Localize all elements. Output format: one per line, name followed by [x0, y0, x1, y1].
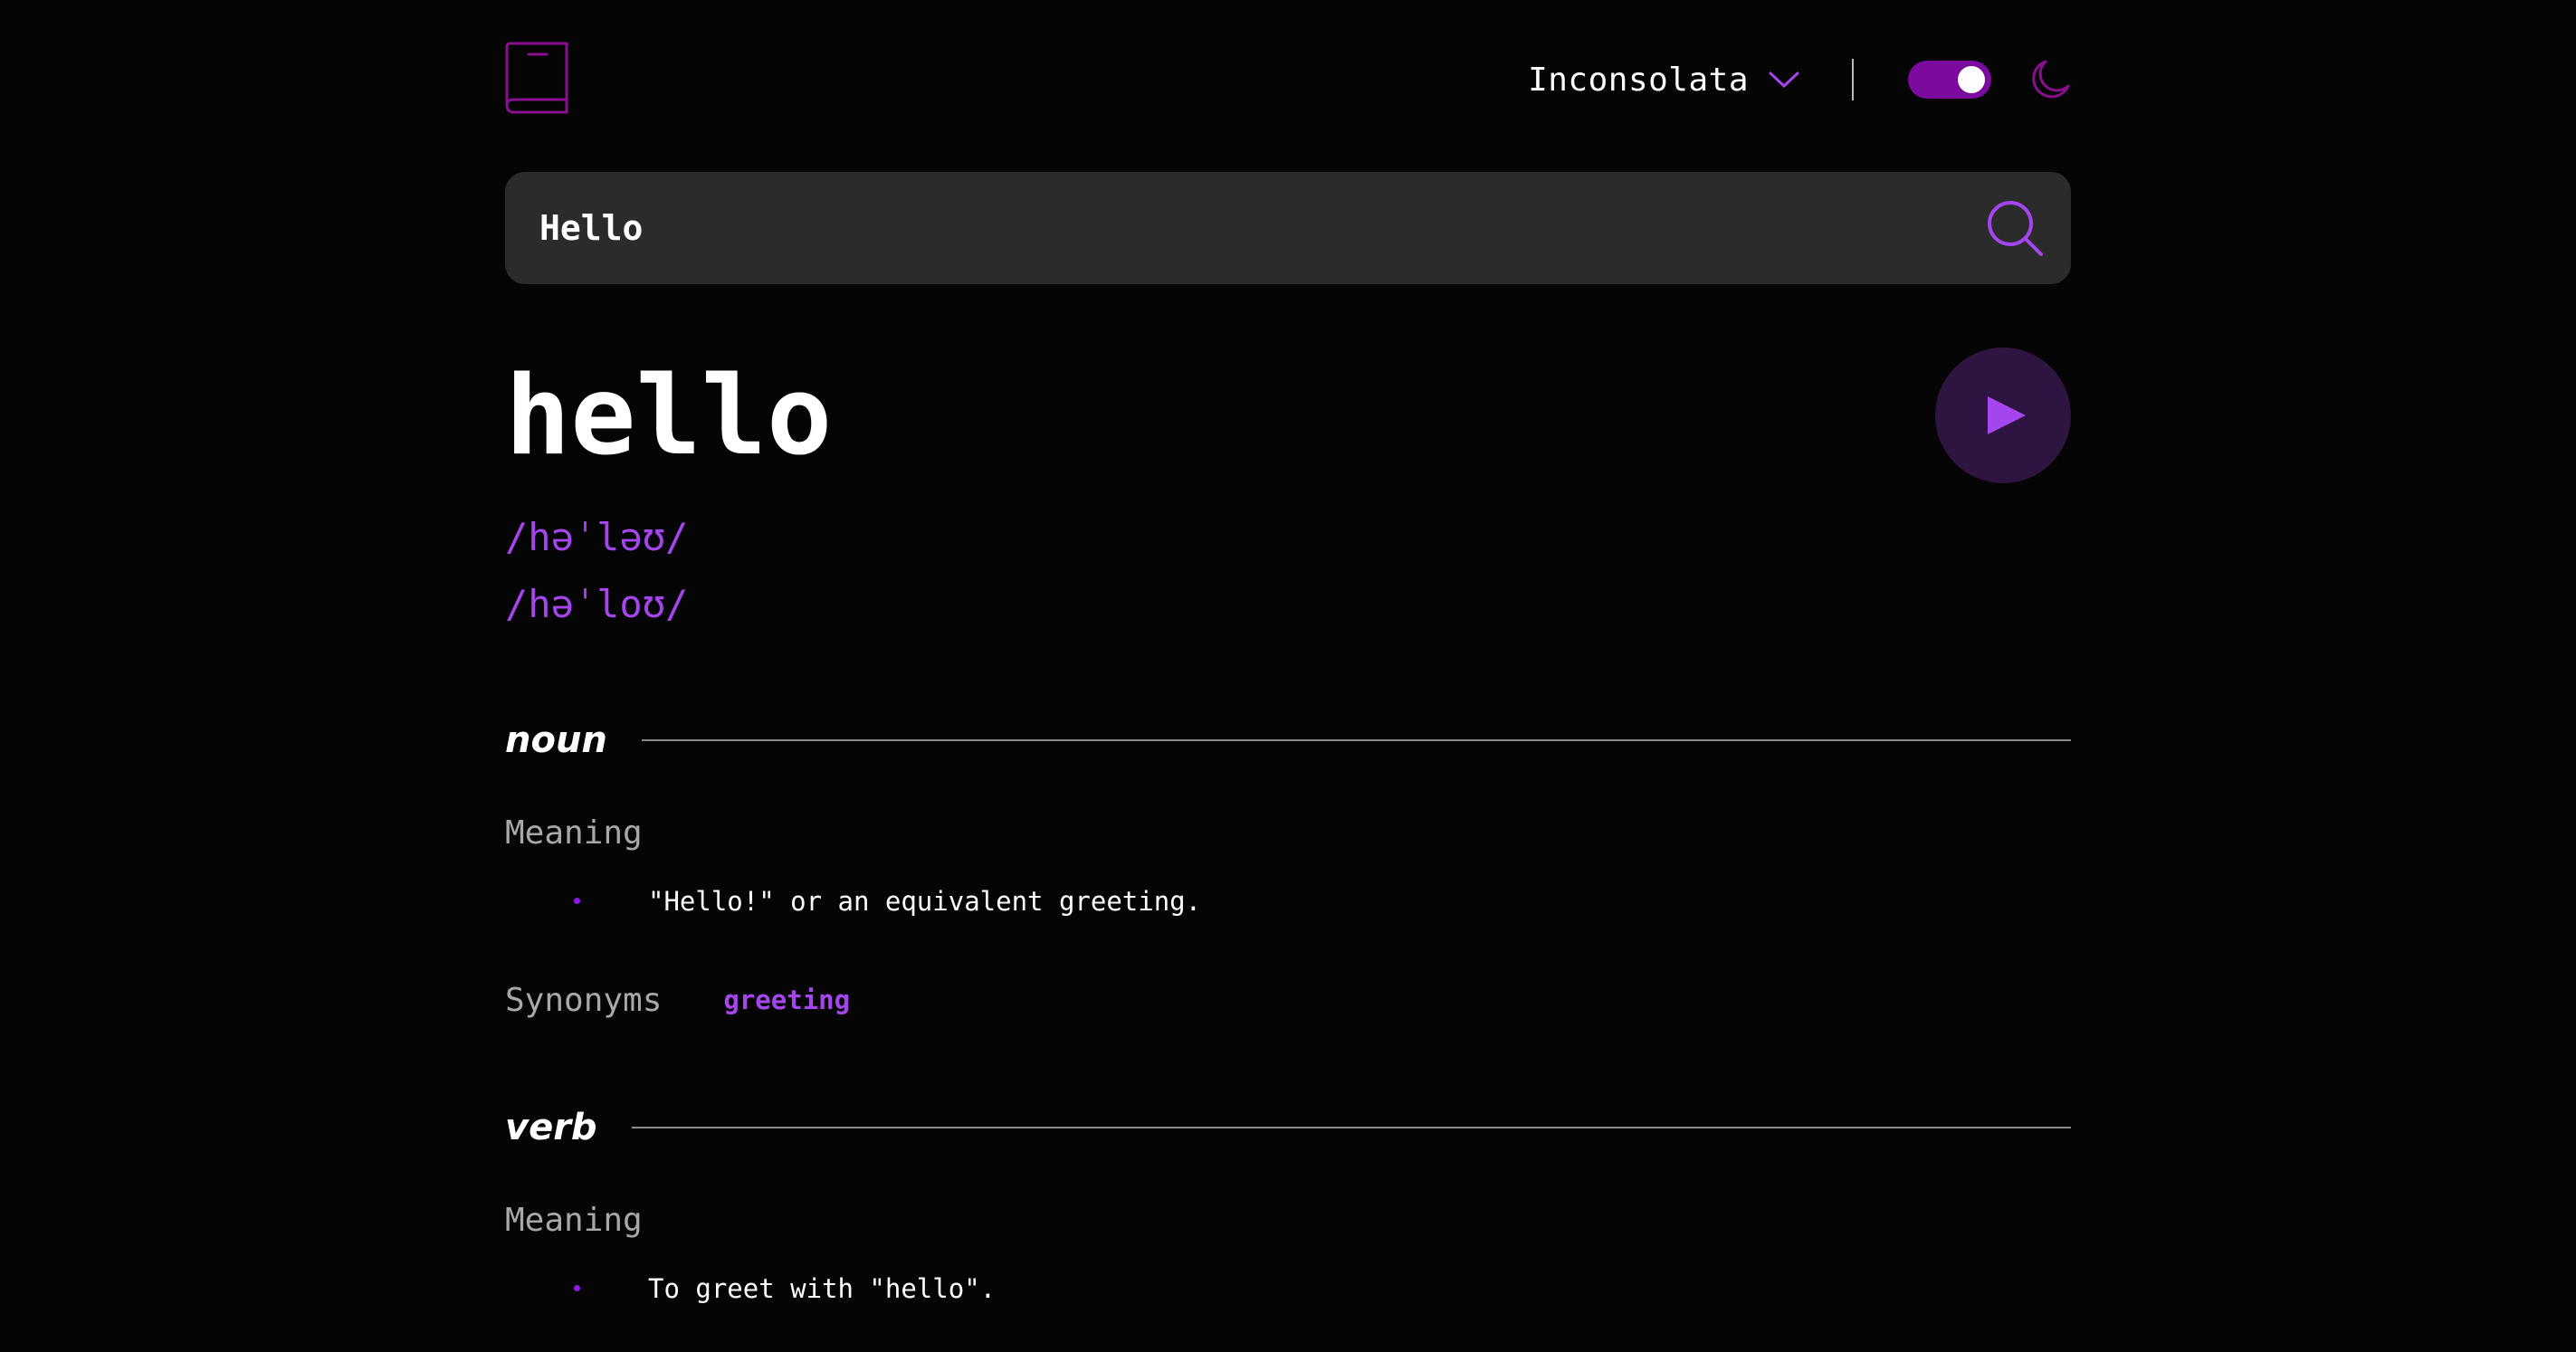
meaning-heading: Meaning	[505, 814, 643, 852]
definition-item: To greet with "hello".	[505, 1269, 2071, 1309]
synonyms-label: Synonyms	[505, 981, 663, 1019]
part-of-speech-verb: verb	[505, 1100, 2071, 1155]
search-input[interactable]	[539, 172, 1951, 284]
part-of-speech-label: verb	[505, 1107, 597, 1148]
search-icon[interactable]	[1986, 199, 2044, 257]
bullet-icon	[574, 898, 580, 904]
book-icon[interactable]	[505, 42, 570, 114]
font-family-select[interactable]: Inconsolata	[1528, 62, 1799, 99]
part-of-speech-label: noun	[505, 719, 607, 761]
moon-icon	[2029, 59, 2071, 100]
definition-item: "Hello!" or an equivalent greeting.	[505, 881, 2071, 921]
meaning-heading: Meaning	[505, 1202, 643, 1239]
play-audio-button[interactable]	[1935, 348, 2071, 483]
chevron-down-icon	[1769, 71, 1799, 89]
phonetic-uk: /həˈləʊ/	[505, 515, 689, 559]
section-divider	[641, 739, 2071, 741]
theme-toggle[interactable]	[1908, 61, 1991, 99]
synonyms-row: Synonyms greeting	[505, 977, 850, 1023]
part-of-speech-noun: noun	[505, 713, 2071, 767]
font-select-value: Inconsolata	[1528, 61, 1749, 99]
header-controls: Inconsolata	[1528, 52, 2071, 107]
dictionary-app: Inconsolata hello /həˈləʊ/	[505, 0, 2071, 1352]
search-bar	[505, 172, 2071, 284]
section-divider	[631, 1127, 2071, 1128]
word-title: hello	[505, 354, 833, 480]
bullet-icon	[574, 1285, 580, 1291]
definition-text: "Hello!" or an equivalent greeting.	[648, 886, 1202, 917]
definition-text: To greet with "hello".	[648, 1273, 997, 1304]
toggle-knob	[1958, 66, 1985, 93]
play-icon	[1988, 396, 2026, 434]
phonetic-us: /həˈloʊ/	[505, 582, 689, 626]
synonym-link[interactable]: greeting	[723, 985, 850, 1015]
header-divider	[1852, 59, 1854, 100]
